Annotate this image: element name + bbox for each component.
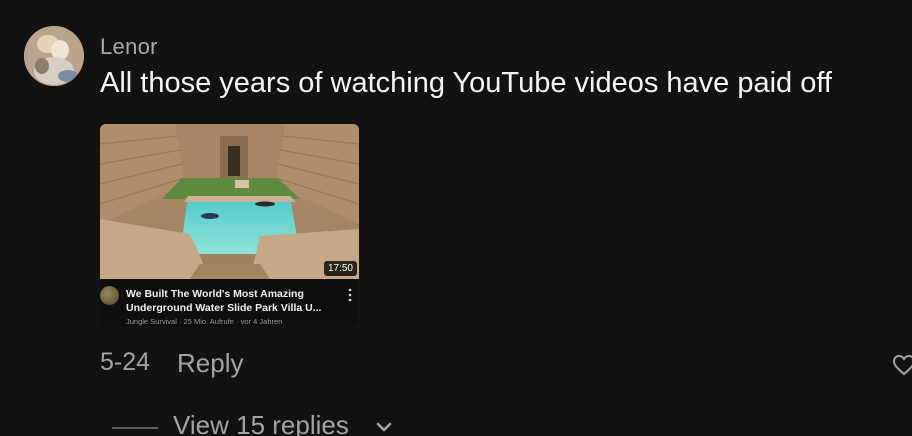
user-avatar[interactable] [24, 26, 84, 86]
comment-text: All those years of watching YouTube vide… [100, 67, 832, 99]
avatar-image [24, 26, 84, 86]
channel-avatar[interactable] [100, 286, 119, 305]
video-duration: 17:50 [323, 261, 357, 276]
video-title[interactable]: We Built The World's Most Amazing Underg… [126, 288, 346, 315]
video-title-line1: We Built The World's Most Amazing [126, 288, 304, 300]
reply-button[interactable]: Reply [177, 348, 243, 379]
vertical-dots-icon[interactable] [347, 288, 353, 302]
view-replies-button[interactable]: View 15 replies [173, 410, 349, 436]
chevron-down-icon[interactable] [374, 420, 394, 434]
video-meta: Jungle Survival · 25 Mio. Aufrufe · vor … [126, 317, 283, 326]
video-thumbnail [100, 124, 359, 279]
comment-date: 5-24 [100, 348, 151, 376]
video-title-line2: Underground Water Slide Park Villa U... [126, 301, 322, 314]
replies-divider [112, 427, 158, 429]
comment-item: Lenor All those years of watching YouTub… [0, 0, 912, 436]
comment-author[interactable]: Lenor [100, 34, 158, 60]
video-card[interactable]: 17:50 We Built The World's Most Amazing … [100, 124, 359, 327]
heart-icon[interactable] [892, 354, 912, 376]
